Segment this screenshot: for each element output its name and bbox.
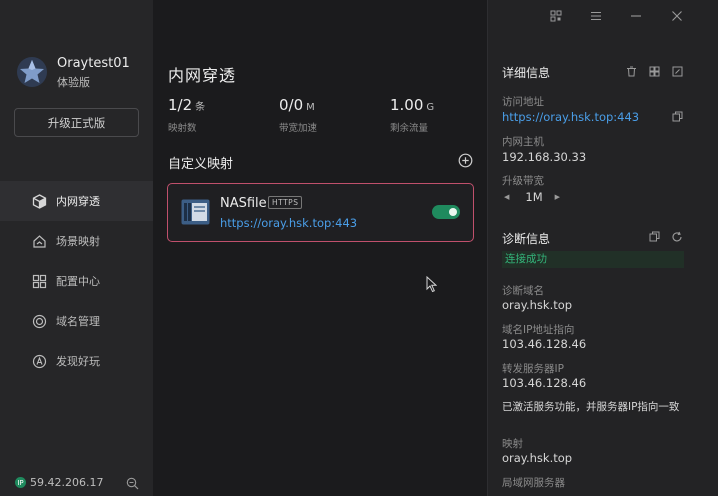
ip-badge: IP: [15, 477, 26, 488]
host-label: 内网主机: [502, 136, 544, 148]
main-content: 内网穿透 1/2 条 映射数 0/0 M 带宽加速 1.00 G 剩余流量 自定义映射…: [153, 0, 487, 496]
compass-icon: [32, 354, 47, 369]
stat-label: 带宽加速: [279, 123, 318, 134]
diagnosis-title: 诊断信息: [502, 232, 551, 246]
copy-icon[interactable]: [649, 231, 660, 242]
stat-unit: M: [306, 102, 315, 113]
logo-icon: [17, 57, 47, 87]
stat-unit: 条: [195, 102, 206, 113]
refresh-icon[interactable]: [671, 231, 683, 243]
stat-bandwidth: 0/0 M 带宽加速: [279, 95, 317, 134]
sidebar-item-intranet[interactable]: 内网穿透: [0, 181, 153, 221]
stat-label: 剩余流量: [390, 123, 429, 134]
details-title: 详细信息: [502, 66, 551, 80]
diag-note: 已激活服务功能，并服务器IP指向一致: [502, 401, 680, 413]
user-plan: 体验版: [57, 76, 90, 89]
connection-status: 连接成功: [502, 251, 684, 268]
sidebar-nav: 内网穿透 场景映射 配置中心 域名管理 发现好玩: [0, 181, 153, 381]
stat-value: 1/2: [168, 96, 193, 114]
sidebar-item-domain[interactable]: 域名管理: [0, 301, 153, 341]
diag-domain-label: 诊断域名: [502, 285, 544, 297]
page-title: 内网穿透: [168, 66, 237, 85]
stat-label: 映射数: [168, 123, 197, 134]
stat-value: 1.00: [390, 96, 424, 114]
diag-map-label: 映射: [502, 438, 523, 450]
mapping-name: NASfile: [220, 196, 267, 211]
diag-lan-label: 局域网服务器: [502, 477, 565, 489]
mapping-toggle[interactable]: [432, 205, 460, 219]
mapping-url[interactable]: https://oray.hsk.top:443: [220, 216, 357, 230]
cursor-icon: [426, 276, 437, 293]
edit-icon[interactable]: [672, 66, 683, 77]
sidebar-item-label: 发现好玩: [56, 355, 100, 368]
host-value: 192.168.30.33: [502, 150, 587, 164]
qrcode-icon[interactable]: [550, 10, 562, 22]
menu-icon[interactable]: [590, 10, 602, 22]
details-panel: 详细信息 访问地址 https://oray.hsk.top:443 内网主机 …: [487, 0, 718, 496]
sidebar-item-label: 场景映射: [56, 235, 100, 248]
bandwidth-stepper: ◀ 1M ▶: [504, 190, 560, 204]
user-name: Oraytest01: [57, 56, 130, 71]
sidebar-item-discover[interactable]: 发现好玩: [0, 341, 153, 381]
copy-icon[interactable]: [672, 111, 683, 122]
increase-icon[interactable]: ▶: [555, 193, 560, 201]
decrease-icon[interactable]: ◀: [504, 193, 509, 201]
diag-server-value: 103.46.128.46: [502, 376, 587, 390]
search-icon[interactable]: [126, 477, 139, 490]
sidebar-item-scene[interactable]: 场景映射: [0, 221, 153, 261]
stat-mappings: 1/2 条 映射数: [168, 95, 205, 134]
sidebar-item-label: 域名管理: [56, 315, 100, 328]
section-title: 自定义映射: [168, 157, 234, 172]
house-icon: [32, 234, 47, 249]
diag-ip-value: 103.46.128.46: [502, 337, 587, 351]
sidebar-item-config[interactable]: 配置中心: [0, 261, 153, 301]
app-window: Oraytest01 体验版 升级正式版 内网穿透 场景映射 配置中心 域名管理…: [0, 0, 718, 496]
diag-ip-label: 域名IP地址指向: [502, 324, 575, 336]
close-icon[interactable]: [671, 10, 683, 22]
access-label: 访问地址: [502, 96, 544, 108]
bandwidth-value: 1M: [525, 190, 543, 204]
bandwidth-label: 升级带宽: [502, 175, 544, 187]
stat-traffic: 1.00 G 剩余流量: [390, 95, 434, 134]
minimize-icon[interactable]: [630, 10, 642, 22]
diag-server-label: 转发服务器IP: [502, 363, 564, 375]
sidebar-item-label: 配置中心: [56, 275, 100, 288]
stat-unit: G: [426, 102, 435, 113]
mapping-card[interactable]: NASfile HTTPS https://oray.hsk.top:443: [167, 183, 474, 242]
cube-icon: [32, 193, 47, 209]
add-mapping-icon[interactable]: [458, 153, 473, 168]
sidebar-item-label: 内网穿透: [56, 195, 100, 208]
diag-domain-value: oray.hsk.top: [502, 298, 573, 312]
grid-icon: [32, 274, 47, 289]
stat-value: 0/0: [279, 96, 304, 114]
sidebar: Oraytest01 体验版 升级正式版 内网穿透 场景映射 配置中心 域名管理…: [0, 0, 153, 496]
nas-icon: [181, 199, 210, 225]
ip-status: IP 59.42.206.17: [15, 476, 103, 489]
upgrade-button[interactable]: 升级正式版: [14, 108, 139, 137]
diag-map-value: oray.hsk.top: [502, 451, 573, 465]
qrcode-icon[interactable]: [649, 66, 660, 77]
ip-address: 59.42.206.17: [30, 476, 104, 489]
delete-icon[interactable]: [626, 66, 637, 77]
protocol-badge: HTTPS: [268, 196, 303, 209]
access-url[interactable]: https://oray.hsk.top:443: [502, 110, 639, 124]
globe-icon: [32, 314, 47, 329]
